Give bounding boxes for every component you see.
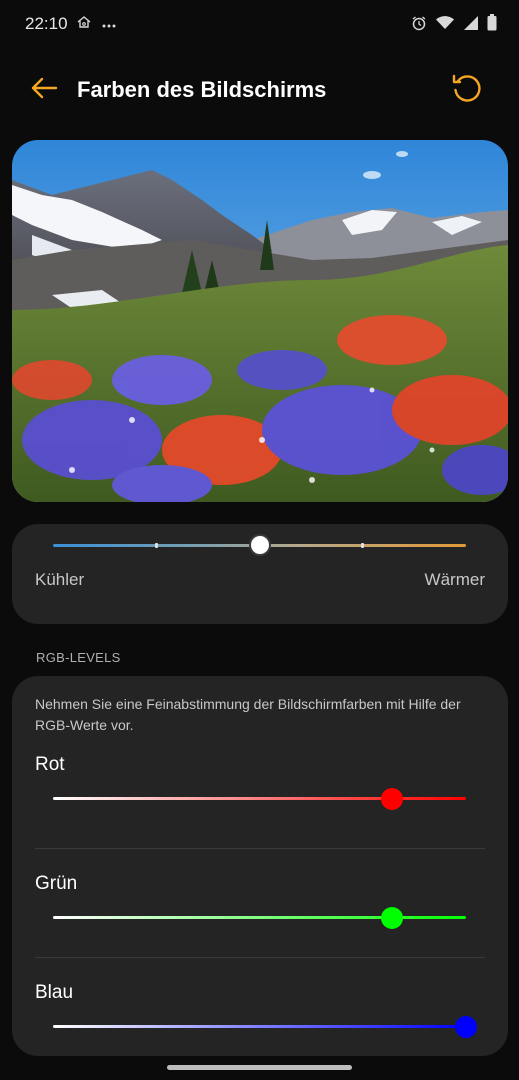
rgb-description: Nehmen Sie eine Feinabstimmung der Bilds… — [35, 696, 461, 733]
divider — [35, 848, 485, 849]
reset-icon — [450, 71, 484, 110]
warmer-label: Wärmer — [424, 570, 485, 589]
channel-label-blue: Blau — [35, 982, 74, 1003]
cooler-label: Kühler — [35, 570, 85, 589]
back-button[interactable] — [24, 72, 64, 108]
arrow-left-icon — [30, 76, 58, 105]
more-dots-icon — [102, 16, 116, 34]
status-right-icons — [411, 14, 497, 36]
rgb-levels-card: Nehmen Sie eine Feinabstimmung der Bilds… — [12, 676, 508, 1056]
status-left-icons — [76, 14, 116, 35]
alarm-icon — [411, 15, 427, 36]
section-header-rgb-levels: RGB-LEVELS — [36, 650, 121, 665]
signal-icon — [463, 15, 479, 36]
blue-slider-thumb[interactable] — [455, 1016, 477, 1038]
divider — [35, 957, 485, 958]
color-temperature-card: Kühler Wärmer — [12, 524, 508, 624]
channel-label-red: Rot — [35, 754, 65, 775]
status-time: 22:10 — [25, 14, 68, 33]
home-outline-icon — [76, 14, 92, 35]
temperature-tick — [155, 543, 158, 548]
blue-slider-track[interactable] — [53, 1025, 466, 1028]
red-slider-track[interactable] — [53, 797, 466, 800]
preview-image — [12, 140, 508, 502]
page-title: Farben des Bildschirms — [77, 77, 327, 102]
temperature-tick — [361, 543, 364, 548]
green-slider-track[interactable] — [53, 916, 466, 919]
status-bar: 22:10 — [0, 0, 519, 50]
home-indicator[interactable] — [167, 1065, 352, 1070]
meadow-landscape-image — [12, 140, 508, 502]
temperature-slider-thumb[interactable] — [248, 534, 271, 556]
reset-button[interactable] — [447, 70, 487, 110]
channel-label-green: Grün — [35, 873, 78, 894]
green-slider-thumb[interactable] — [380, 907, 403, 929]
battery-icon — [487, 14, 497, 36]
red-slider-thumb[interactable] — [380, 788, 403, 810]
wifi-icon — [435, 15, 455, 36]
app-bar: Farben des Bildschirms — [0, 62, 519, 118]
